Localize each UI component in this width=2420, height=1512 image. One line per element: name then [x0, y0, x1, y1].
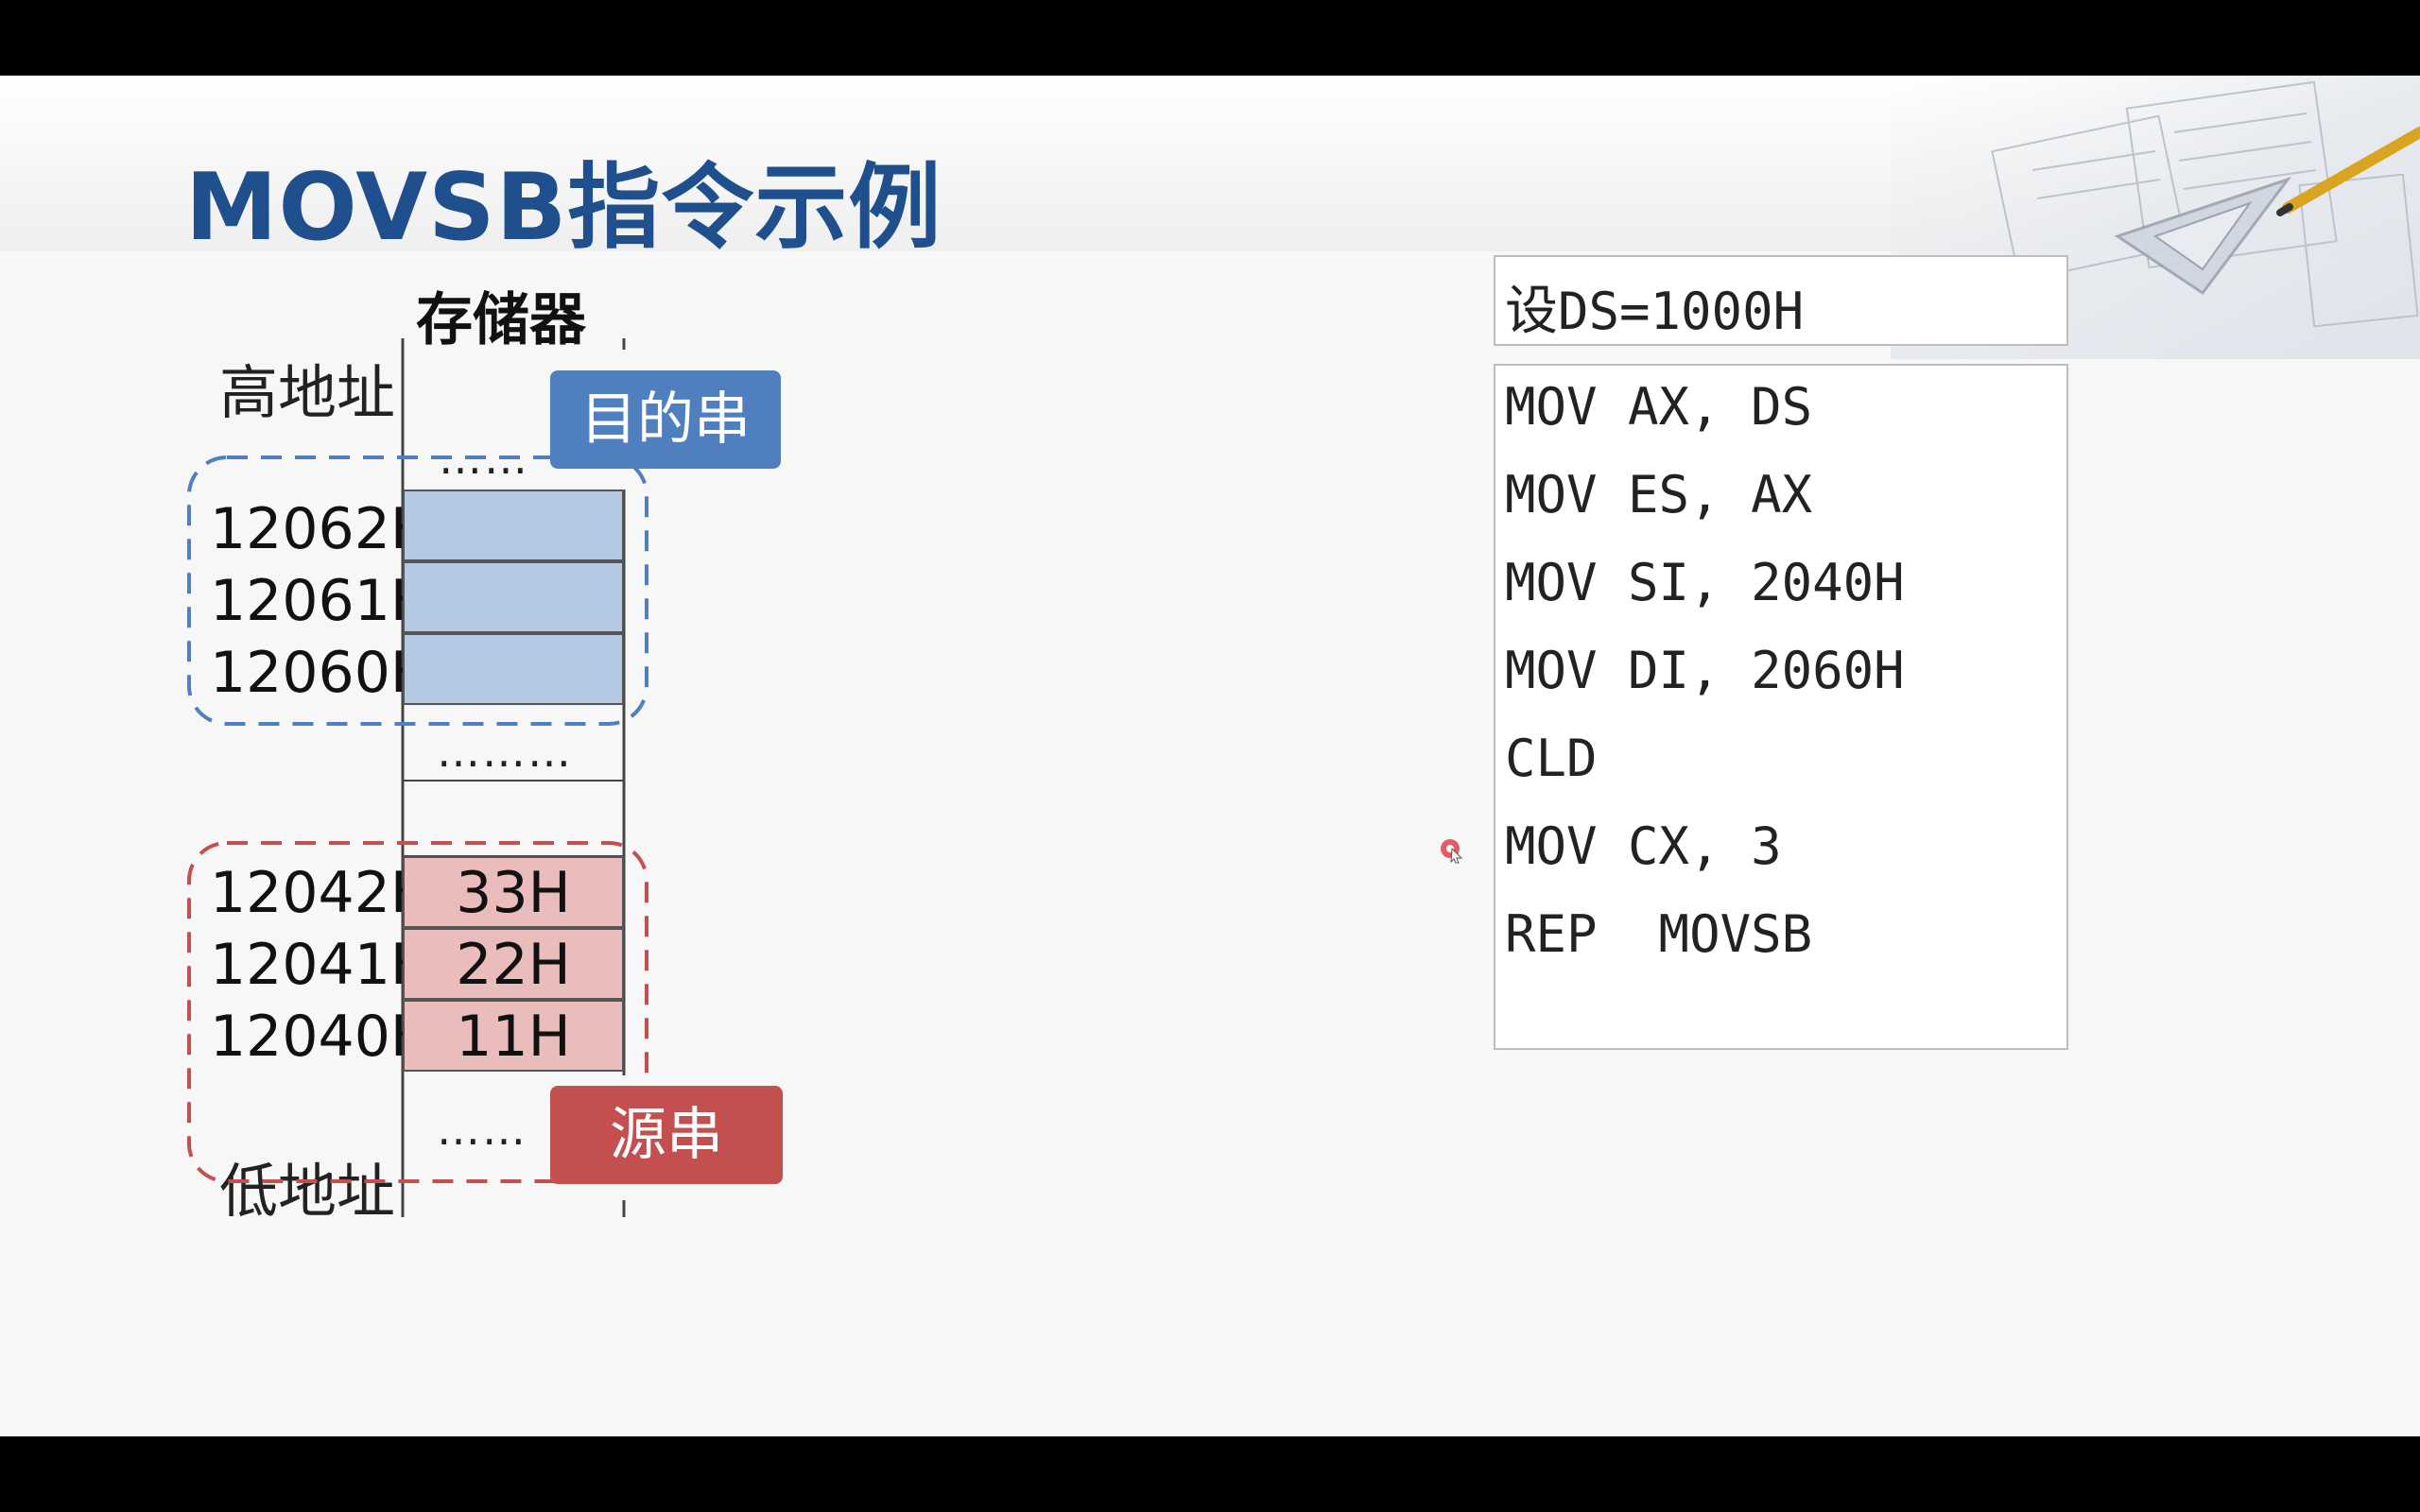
destination-address: 12060H	[210, 640, 433, 706]
source-cell: 33H	[403, 856, 624, 928]
source-address: 12042H	[210, 860, 433, 926]
destination-cell	[403, 633, 624, 705]
code-line: REP MOVSB	[1505, 904, 1813, 964]
source-address: 12040H	[210, 1004, 433, 1070]
code-box: MOV AX, DS MOV ES, AX MOV SI, 2040H MOV …	[1494, 364, 2068, 1050]
destination-cell	[403, 490, 624, 561]
code-line: MOV CX, 3	[1505, 816, 1782, 876]
code-line: MOV SI, 2040H	[1505, 553, 1905, 612]
destination-address: 12062H	[210, 496, 433, 562]
video-frame: MOVSB指令示例 存储器 高地址 低地址 …… ……… …… 12062H 1…	[0, 0, 2420, 1512]
laser-pointer-icon	[1441, 839, 1463, 864]
memory-dots-top: ……	[439, 433, 529, 484]
setup-prefix: 设	[1505, 281, 1558, 342]
slide: MOVSB指令示例 存储器 高地址 低地址 …… ……… …… 12062H 1…	[0, 76, 2420, 1436]
source-cell: 22H	[403, 928, 624, 1000]
destination-cell	[403, 561, 624, 633]
memory-dots-bottom: ……	[437, 1104, 527, 1155]
destination-address: 12061H	[210, 568, 433, 634]
code-line: MOV AX, DS	[1505, 377, 1813, 437]
code-line: CLD	[1505, 729, 1598, 788]
destination-string-tag: 目的串	[550, 370, 781, 469]
code-line: MOV ES, AX	[1505, 465, 1813, 524]
source-address: 12041H	[210, 932, 433, 998]
memory-dots-middle: ………	[437, 726, 573, 777]
setup-text: 设DS=1000H	[1505, 268, 1804, 345]
setup-box: 设DS=1000H	[1494, 255, 2068, 346]
source-string-tag: 源串	[550, 1086, 783, 1184]
code-line: MOV DI, 2060H	[1505, 641, 1905, 700]
setup-value: DS=1000H	[1558, 282, 1805, 341]
source-cell: 11H	[403, 1000, 624, 1072]
